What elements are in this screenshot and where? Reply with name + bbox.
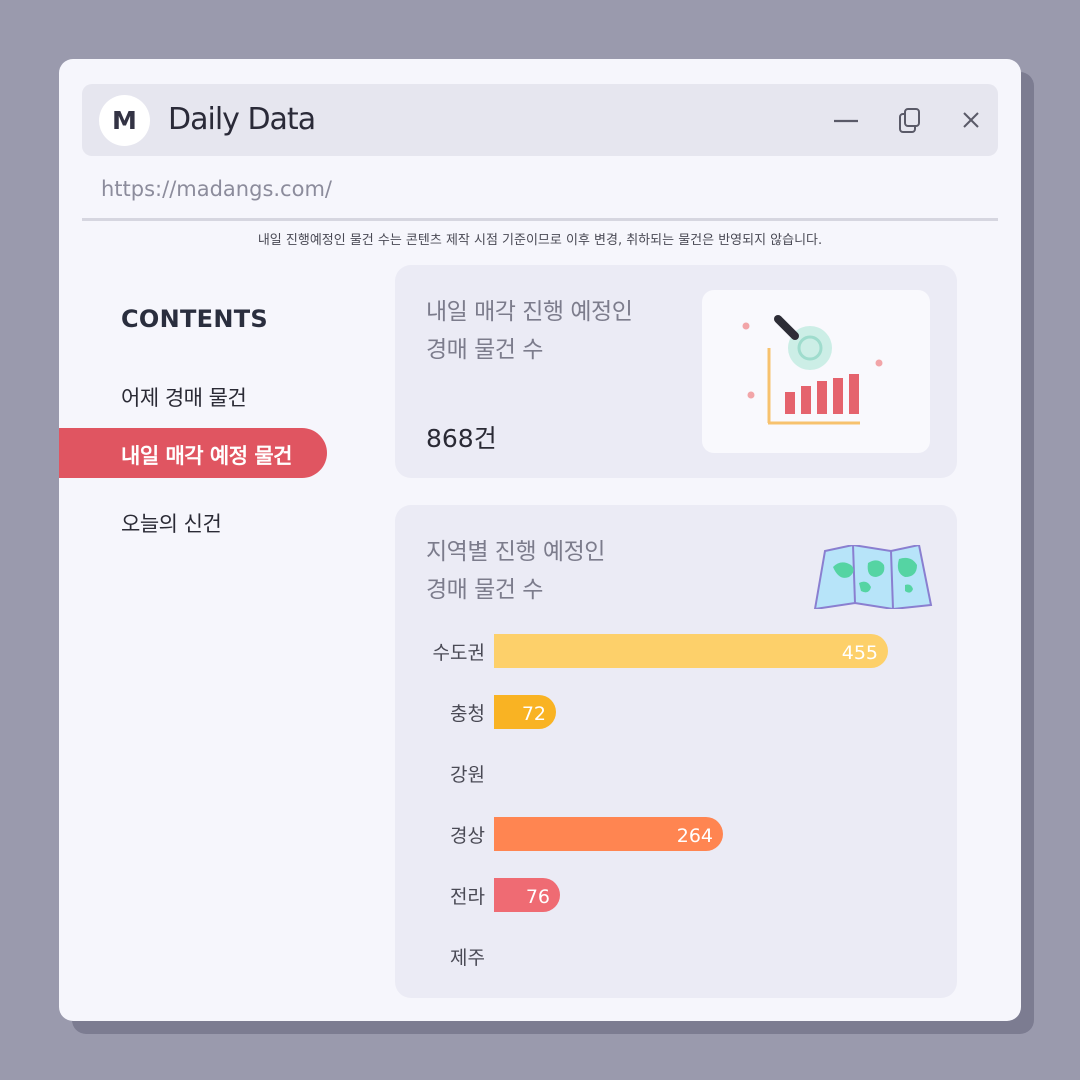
close-button[interactable]	[953, 102, 989, 138]
app-logo: M	[99, 95, 150, 146]
bar-label: 제주	[450, 947, 485, 969]
bar-value-label: 455	[841, 642, 878, 664]
address-divider	[82, 218, 998, 221]
region-card-title: 지역별 진행 예정인 경매 물건 수	[426, 533, 686, 609]
sidebar-item-yesterday[interactable]: 어제 경매 물건	[121, 382, 247, 412]
notice-text: 내일 진행예정인 물건 수는 콘텐츠 제작 시점 기준이므로 이후 변경, 취하…	[257, 233, 823, 248]
summary-illustration	[702, 290, 930, 453]
app-title: Daily Data	[168, 102, 316, 137]
summary-card-title: 내일 매각 진행 예정인 경매 물건 수	[426, 293, 686, 369]
region-title-line2: 경매 물건 수	[426, 577, 543, 603]
bar: 264	[494, 817, 723, 851]
copy-icon	[899, 108, 920, 133]
contents-heading: CONTENTS	[121, 305, 269, 333]
app-window: M Daily Data https://madangs.com/ 내일 진행예…	[59, 59, 1021, 1021]
restore-button[interactable]	[892, 102, 928, 138]
map-icon	[813, 543, 933, 611]
map-illustration	[813, 543, 933, 613]
close-icon	[963, 112, 979, 128]
summary-count: 868건	[426, 424, 497, 453]
title-bar: M Daily Data	[82, 84, 998, 156]
address-bar[interactable]: https://madangs.com/	[101, 177, 332, 201]
bar: 72	[494, 695, 556, 729]
magnifier-chart-icon	[742, 315, 883, 425]
sidebar-item-tomorrow[interactable]: 내일 매각 예정 물건	[59, 428, 327, 478]
bar-label: 강원	[450, 764, 485, 786]
bar-label: 수도권	[432, 642, 485, 664]
region-title-line1: 지역별 진행 예정인	[426, 539, 605, 565]
bar-label: 경상	[450, 825, 485, 847]
bar-value-label: 76	[525, 886, 550, 908]
region-card: 지역별 진행 예정인 경매 물건 수 수도권 455 충청 72 강원경상 264 전라 76…	[395, 505, 957, 998]
bar-label: 전라	[450, 886, 485, 908]
bar-value-label: 72	[521, 703, 546, 725]
minimize-icon	[834, 119, 858, 123]
bar-label: 충청	[450, 703, 485, 725]
bar: 455	[494, 634, 888, 668]
bar: 76	[494, 878, 560, 912]
bar-value-label: 264	[676, 825, 713, 847]
minimize-button[interactable]	[828, 102, 864, 138]
summary-title-line2: 경매 물건 수	[426, 337, 543, 363]
summary-card: 내일 매각 진행 예정인 경매 물건 수 868건	[395, 265, 957, 478]
sidebar-item-today-new[interactable]: 오늘의 신건	[121, 508, 222, 538]
summary-title-line1: 내일 매각 진행 예정인	[426, 299, 633, 325]
